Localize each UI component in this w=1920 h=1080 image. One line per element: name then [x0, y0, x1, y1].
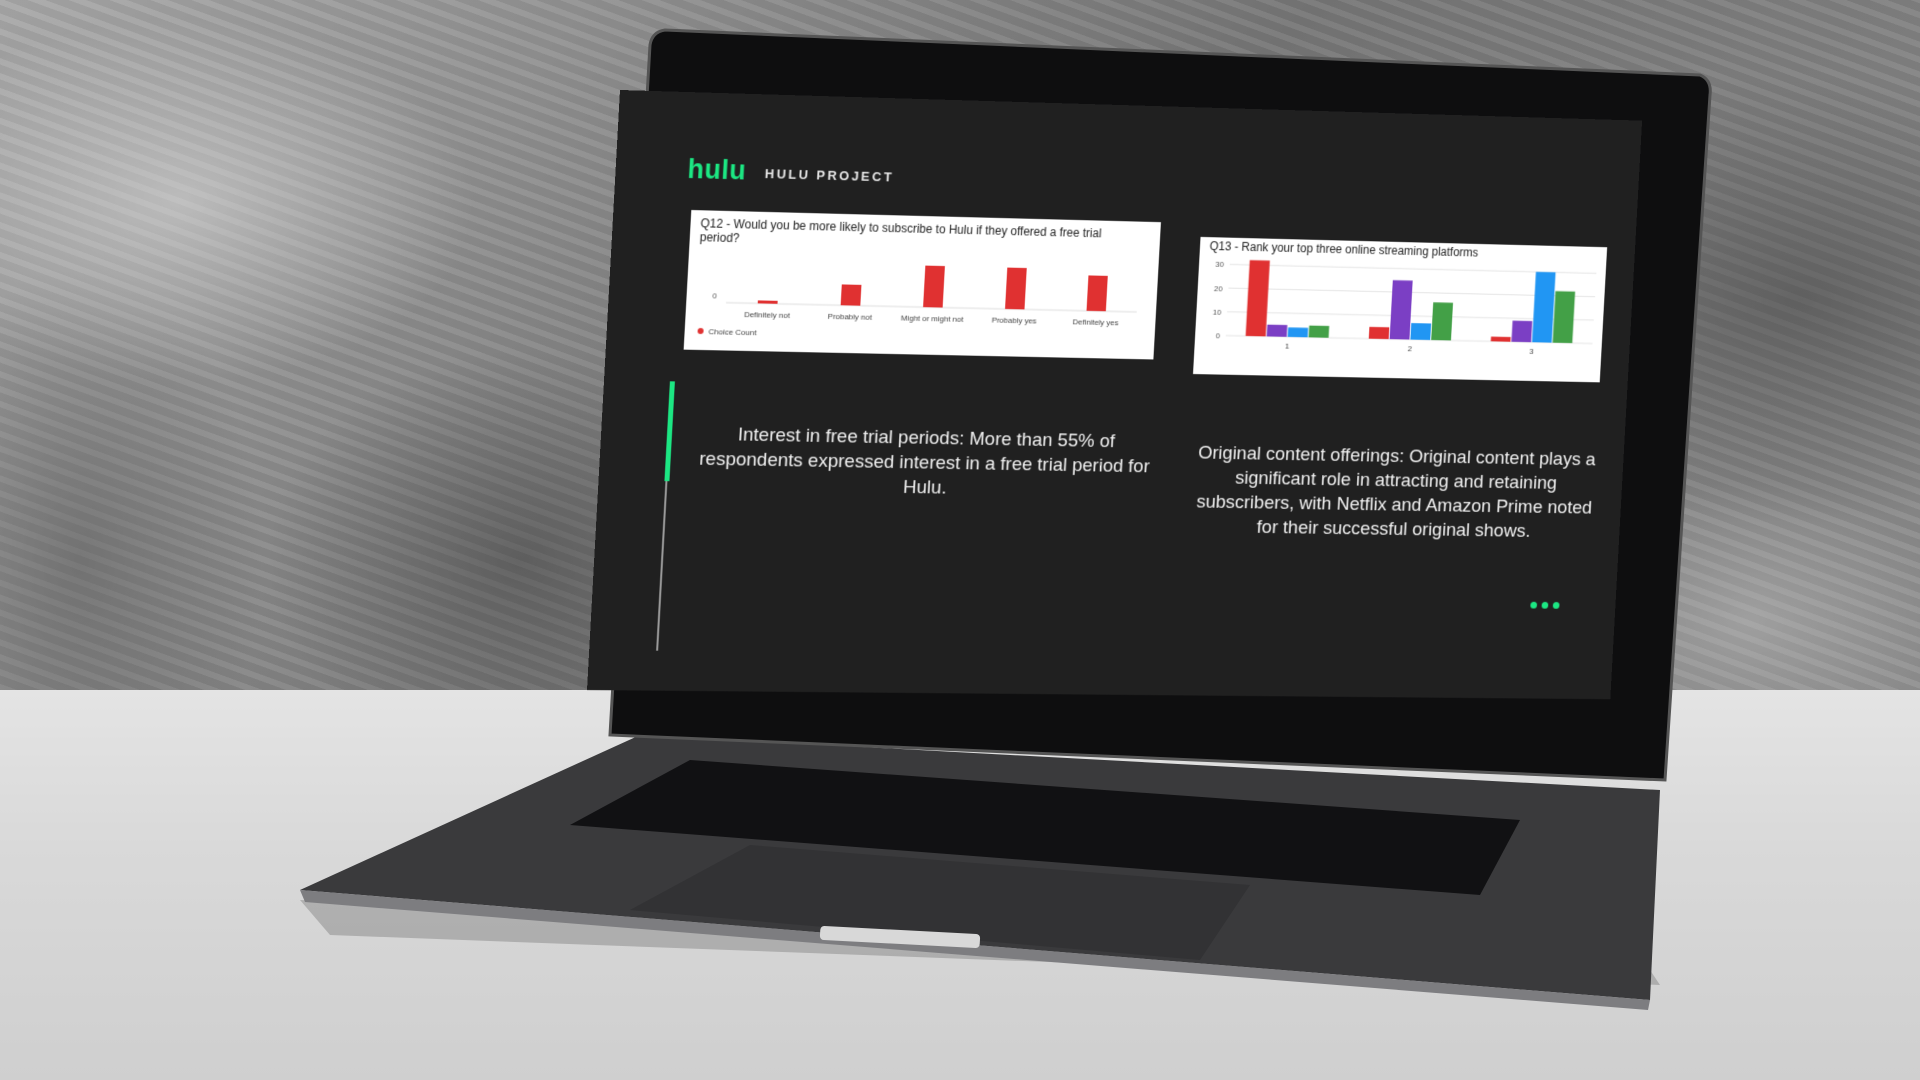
- more-dots-icon[interactable]: [1530, 601, 1560, 609]
- bar: [1086, 275, 1108, 312]
- y-tick-label: 30: [1215, 260, 1225, 269]
- bar: [1431, 302, 1454, 341]
- dot: [1530, 601, 1538, 609]
- accent-bar: [664, 381, 675, 482]
- bar: [757, 300, 778, 304]
- dot: [1552, 601, 1560, 609]
- bar: [840, 284, 862, 306]
- bar: [923, 265, 945, 308]
- x-tick-label: Might or might not: [901, 314, 965, 324]
- bar: [1266, 324, 1288, 337]
- bar: [1490, 336, 1511, 342]
- bar: [1511, 320, 1533, 343]
- laptop-screen: hulu HULU PROJECT 0 Definitely not Probabl…: [586, 90, 1643, 718]
- x-tick-label: 1: [1285, 342, 1290, 351]
- x-tick-label: Definitely yes: [1072, 317, 1118, 327]
- bar: [1410, 323, 1432, 340]
- project-label: HULU PROJECT: [764, 166, 895, 185]
- divider-line: [656, 481, 668, 651]
- bar: [1287, 327, 1309, 338]
- y-tick-label: 0: [712, 291, 717, 300]
- bar: [1552, 291, 1576, 344]
- legend-swatch: [697, 327, 704, 335]
- hulu-logo: hulu: [686, 153, 747, 186]
- x-tick-label: 2: [1408, 344, 1413, 353]
- bar: [1245, 260, 1270, 337]
- y-tick-label: 10: [1213, 308, 1223, 317]
- dot: [1541, 601, 1549, 609]
- bar: [1368, 326, 1390, 340]
- q13-chart-card: 0 10 20 30 1 2 3 Q13 - Rank your top three onl…: [1193, 236, 1608, 383]
- original-content-insight: Original content offerings: Original con…: [1195, 442, 1597, 542]
- free-trial-insight: Interest in free trial periods: More tha…: [698, 424, 1151, 499]
- x-tick-label: Definitely not: [744, 310, 791, 320]
- bar: [1308, 325, 1330, 338]
- y-tick-label: 0: [1216, 331, 1221, 340]
- legend-label: Choice Count: [708, 327, 757, 337]
- q13-chart: 0 10 20 30 1 2 3: [1213, 260, 1607, 356]
- y-tick-label: 20: [1214, 284, 1224, 293]
- x-tick-label: Probably not: [828, 312, 873, 322]
- x-tick-label: 3: [1529, 347, 1534, 356]
- x-tick-label: Probably yes: [991, 316, 1036, 326]
- bar: [1005, 267, 1027, 310]
- q12-chart-card: 0 Definitely not Probably not Might or migh…: [683, 210, 1161, 360]
- presentation-slide: hulu HULU PROJECT 0 Definitely not Probabl…: [587, 90, 1643, 700]
- bar: [1389, 280, 1413, 340]
- bar: [1532, 271, 1556, 343]
